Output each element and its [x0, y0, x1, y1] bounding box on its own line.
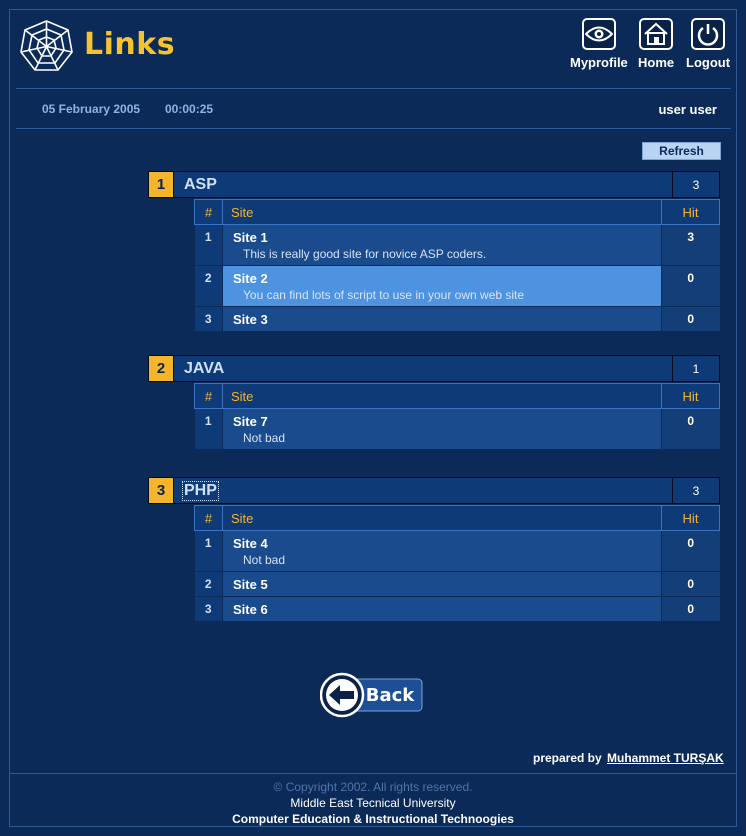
site-description: Not bad: [243, 553, 286, 567]
col-hit-header: Hit: [661, 383, 720, 409]
current-date: 05 February 2005: [42, 102, 141, 116]
row-num: 1: [194, 408, 223, 450]
category-count: 1: [672, 356, 719, 381]
category-count: 3: [672, 478, 719, 503]
table-row: 1 Site 4 Not bad 0: [194, 530, 720, 572]
site-link[interactable]: Site 2: [233, 271, 661, 286]
site-link[interactable]: Site 6: [233, 602, 661, 617]
col-num-header: #: [194, 505, 223, 531]
site-link[interactable]: Site 3: [233, 312, 661, 327]
site-cell: Site 7 Not bad: [222, 408, 662, 450]
category-name-text: JAVA: [184, 359, 225, 377]
site-cell: Site 3: [222, 306, 662, 332]
hit-count: 0: [661, 265, 720, 307]
row-num: 1: [194, 224, 223, 266]
eye-icon: [581, 18, 616, 50]
site-description: This is really good site for novice ASP …: [243, 247, 487, 261]
page-title: Links: [84, 27, 176, 62]
category-name[interactable]: PHP: [174, 478, 672, 503]
col-hit-header: Hit: [661, 199, 720, 225]
row-num: 2: [194, 265, 223, 307]
header-divider: [16, 88, 731, 89]
category-header: 1 ASP 3: [148, 171, 720, 198]
author-link[interactable]: Muhammet TURŞAK: [607, 751, 724, 765]
category-name[interactable]: JAVA: [174, 356, 672, 381]
site-link[interactable]: Site 7: [233, 414, 661, 429]
col-site-header: Site: [222, 505, 662, 531]
home-button[interactable]: Home: [638, 18, 674, 70]
table-row: 1 Site 1 This is really good site for no…: [194, 224, 720, 266]
row-num: 1: [194, 530, 223, 572]
footer-divider: [9, 773, 737, 774]
links-table: # Site Hit 1 Site 7 Not bad 0: [194, 383, 720, 450]
category-name-text: ASP: [184, 175, 217, 193]
category-header: 2 JAVA 1: [148, 355, 720, 382]
site-description: Not bad: [243, 431, 286, 445]
category-index: 1: [149, 172, 174, 197]
hit-count: 0: [661, 408, 720, 450]
table-header-row: # Site Hit: [194, 199, 720, 225]
row-num: 3: [194, 306, 223, 332]
col-num-header: #: [194, 383, 223, 409]
col-num-header: #: [194, 199, 223, 225]
power-icon: [691, 18, 726, 50]
back-button[interactable]: Back: [319, 672, 424, 718]
category-php: 3 PHP 3 # Site Hit 1 Site 4 Not bad 0 2 …: [148, 477, 720, 622]
copyright-text: © Copyright 2002. All rights reserved.: [273, 780, 473, 794]
myprofile-button[interactable]: Myprofile: [570, 18, 628, 70]
category-name[interactable]: ASP: [174, 172, 672, 197]
myprofile-label: Myprofile: [570, 55, 628, 70]
department-name: Computer Education & Instructional Techn…: [232, 812, 514, 826]
site-cell: Site 2 You can find lots of script to us…: [222, 265, 662, 307]
back-arrow-icon: Back: [319, 672, 423, 718]
category-index: 2: [149, 356, 174, 381]
row-num: 3: [194, 596, 223, 622]
site-cell: Site 4 Not bad: [222, 530, 662, 572]
hit-count: 0: [661, 596, 720, 622]
prepared-by-label: prepared by: [533, 751, 602, 765]
category-index: 3: [149, 478, 174, 503]
table-row: 2 Site 5 0: [194, 571, 720, 597]
logout-label: Logout: [686, 55, 731, 70]
site-cell: Site 6: [222, 596, 662, 622]
spider-web-icon: [20, 20, 73, 71]
category-name-text: PHP: [182, 480, 219, 501]
hit-count: 0: [661, 530, 720, 572]
infobar-divider: [16, 128, 731, 129]
category-asp: 1 ASP 3 # Site Hit 1 Site 1 This is real…: [148, 171, 720, 332]
site-link[interactable]: Site 5: [233, 577, 661, 592]
university-name: Middle East Tecnical University: [290, 796, 456, 810]
site-link[interactable]: Site 4: [233, 536, 661, 551]
table-row: 1 Site 7 Not bad 0: [194, 408, 720, 450]
links-table: # Site Hit 1 Site 1 This is really good …: [194, 199, 720, 332]
table-row: 3 Site 6 0: [194, 596, 720, 622]
row-num: 2: [194, 571, 223, 597]
hit-count: 3: [661, 224, 720, 266]
category-java: 2 JAVA 1 # Site Hit 1 Site 7 Not bad 0: [148, 355, 720, 450]
hit-count: 0: [661, 571, 720, 597]
category-count: 3: [672, 172, 719, 197]
links-table: # Site Hit 1 Site 4 Not bad 0 2 Site 5 0…: [194, 505, 720, 622]
table-header-row: # Site Hit: [194, 383, 720, 409]
col-hit-header: Hit: [661, 505, 720, 531]
hit-count: 0: [661, 306, 720, 332]
site-cell: Site 5: [222, 571, 662, 597]
site-cell: Site 1 This is really good site for novi…: [222, 224, 662, 266]
refresh-button[interactable]: Refresh: [642, 142, 721, 160]
col-site-header: Site: [222, 199, 662, 225]
category-header: 3 PHP 3: [148, 477, 720, 504]
table-row: 2 Site 2 You can find lots of script to …: [194, 265, 720, 307]
logout-button[interactable]: Logout: [686, 18, 730, 70]
site-description: You can find lots of script to use in yo…: [243, 288, 525, 302]
site-link[interactable]: Site 1: [233, 230, 661, 245]
table-header-row: # Site Hit: [194, 505, 720, 531]
back-label: Back: [366, 685, 416, 706]
house-icon: [639, 18, 674, 50]
user-name: user user: [658, 102, 717, 117]
current-time: 00:00:25: [165, 102, 214, 116]
col-site-header: Site: [222, 383, 662, 409]
table-row: 3 Site 3 0: [194, 306, 720, 332]
home-label: Home: [638, 55, 675, 70]
